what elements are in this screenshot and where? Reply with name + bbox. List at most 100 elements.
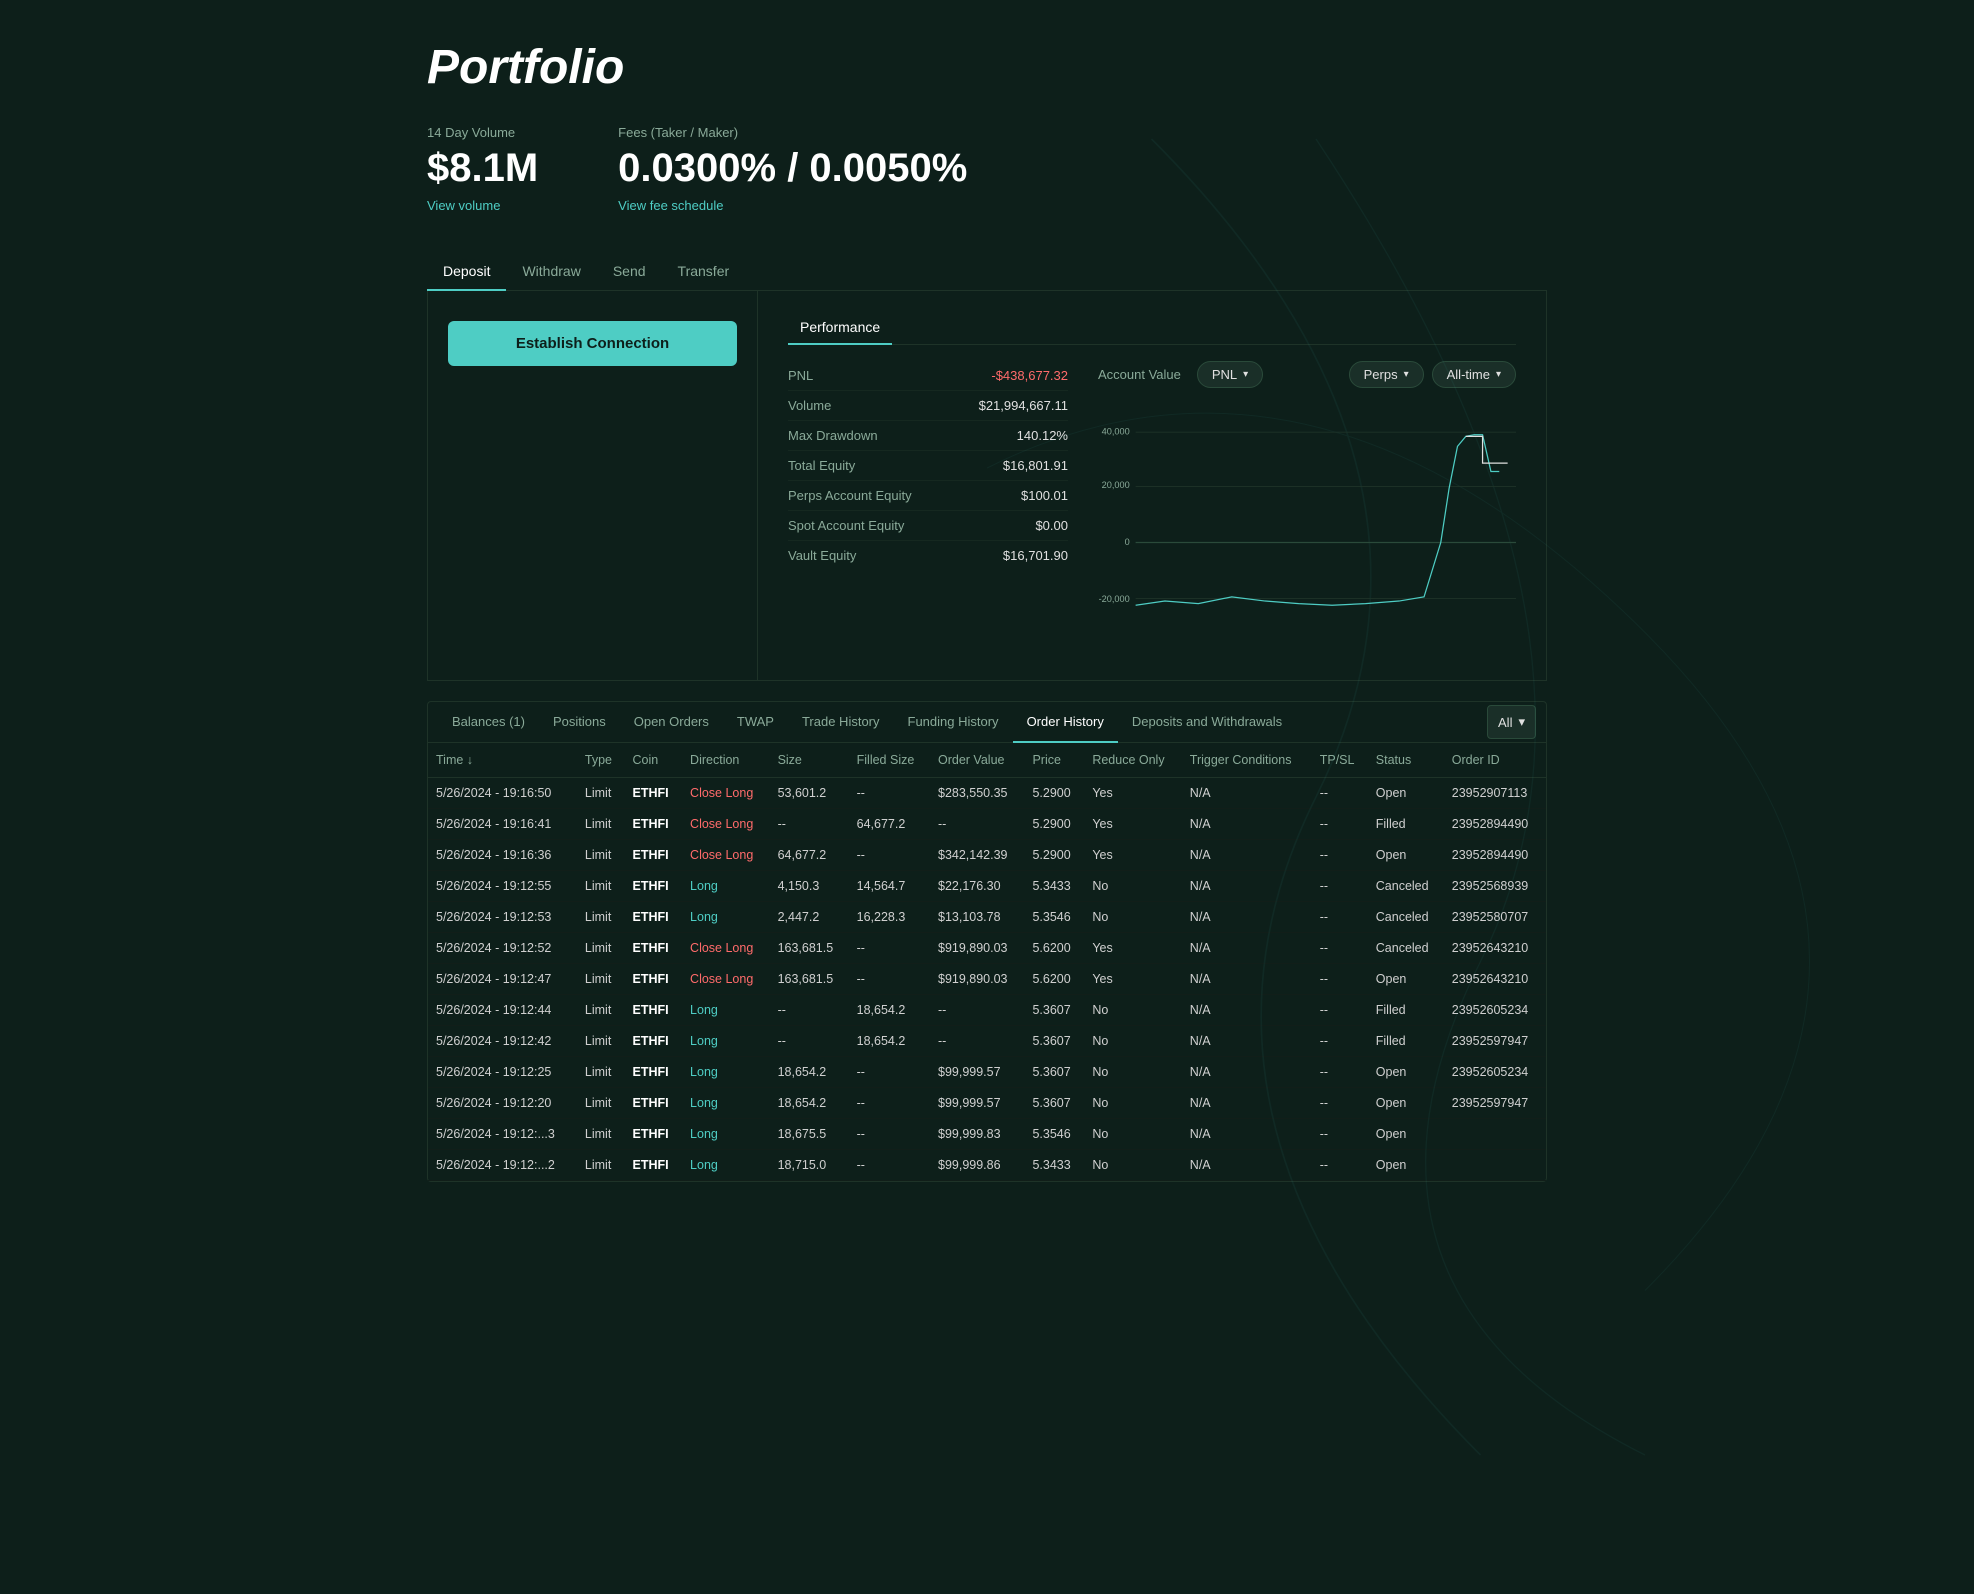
cell-filled-size: 16,228.3 [849,902,930,933]
fees-stat: Fees (Taker / Maker) 0.0300% / 0.0050% V… [618,125,967,213]
tab-send[interactable]: Send [597,253,662,291]
cell-type: Limit [577,1088,625,1119]
perf-value-drawdown: 140.12% [1017,428,1068,443]
cell-reduce-only: Yes [1084,964,1181,995]
left-panel: Establish Connection [428,291,758,680]
cell-order-id: 23952894490 [1444,809,1546,840]
cell-coin: ETHFI [625,964,683,995]
alltime-filter-button[interactable]: All-time ▾ [1432,361,1516,388]
cell-time: 5/26/2024 - 19:12:20 [428,1088,577,1119]
perps-filter-button[interactable]: Perps ▾ [1349,361,1424,388]
perf-row-pnl: PNL -$438,677.32 [788,361,1068,391]
cell-coin: ETHFI [625,1119,683,1150]
th-order-value: Order Value [930,743,1024,778]
tab-withdraw[interactable]: Withdraw [506,253,596,291]
cell-price: 5.3607 [1024,1026,1084,1057]
establish-connection-button[interactable]: Establish Connection [448,321,737,366]
perf-value-equity: $16,801.91 [1003,458,1068,473]
cell-direction: Long [682,1057,770,1088]
cell-price: 5.3607 [1024,1088,1084,1119]
cell-reduce-only: No [1084,1150,1181,1181]
cell-coin: ETHFI [625,840,683,871]
all-filter-button[interactable]: All ▾ [1487,705,1536,739]
cell-price: 5.2900 [1024,840,1084,871]
cell-price: 5.6200 [1024,933,1084,964]
tab-transfer[interactable]: Transfer [662,253,746,291]
performance-content: PNL -$438,677.32 Volume $21,994,667.11 M… [788,361,1516,660]
perf-label-spot-equity: Spot Account Equity [788,518,904,533]
cell-trigger: N/A [1182,964,1312,995]
cell-filled-size: 14,564.7 [849,871,930,902]
cell-type: Limit [577,1119,625,1150]
performance-chart: 40,000 20,000 0 -20,000 [1098,400,1516,660]
cell-order-value: $919,890.03 [930,933,1024,964]
tab-twap[interactable]: TWAP [723,702,788,743]
table-row: 5/26/2024 - 19:12:...2 Limit ETHFI Long … [428,1150,1546,1181]
cell-status: Open [1368,840,1444,871]
cell-filled-size: -- [849,1057,930,1088]
perf-label-vault-equity: Vault Equity [788,548,856,563]
cell-tpsl: -- [1312,778,1368,809]
tab-trade-history[interactable]: Trade History [788,702,894,743]
cell-price: 5.6200 [1024,964,1084,995]
view-volume-link[interactable]: View volume [427,198,500,213]
alltime-chevron-icon: ▾ [1496,369,1501,380]
cell-trigger: N/A [1182,1088,1312,1119]
right-panel: Performance PNL -$438,677.32 Volume $21,… [758,291,1546,680]
tab-funding-history[interactable]: Funding History [894,702,1013,743]
volume-value: $8.1M [427,146,538,191]
tab-deposits-withdrawals[interactable]: Deposits and Withdrawals [1118,702,1296,743]
th-tpsl: TP/SL [1312,743,1368,778]
cell-tpsl: -- [1312,871,1368,902]
cell-size: 2,447.2 [770,902,849,933]
cell-coin: ETHFI [625,809,683,840]
cell-price: 5.3607 [1024,1057,1084,1088]
th-size: Size [770,743,849,778]
cell-coin: ETHFI [625,1026,683,1057]
cell-time: 5/26/2024 - 19:12:...3 [428,1119,577,1150]
perf-row-drawdown: Max Drawdown 140.12% [788,421,1068,451]
table-row: 5/26/2024 - 19:12:53 Limit ETHFI Long 2,… [428,902,1546,933]
performance-stats: PNL -$438,677.32 Volume $21,994,667.11 M… [788,361,1068,660]
cell-size: 53,601.2 [770,778,849,809]
cell-trigger: N/A [1182,1119,1312,1150]
cell-direction: Close Long [682,809,770,840]
th-time[interactable]: Time ↓ [428,743,577,778]
tab-balances[interactable]: Balances (1) [438,702,539,743]
cell-size: 4,150.3 [770,871,849,902]
cell-filled-size: -- [849,933,930,964]
tab-performance[interactable]: Performance [788,311,892,345]
cell-size: 163,681.5 [770,933,849,964]
cell-tpsl: -- [1312,964,1368,995]
cell-reduce-only: No [1084,871,1181,902]
cell-trigger: N/A [1182,933,1312,964]
th-status: Status [1368,743,1444,778]
cell-trigger: N/A [1182,1057,1312,1088]
perf-label-drawdown: Max Drawdown [788,428,878,443]
top-tab-bar: Deposit Withdraw Send Transfer [427,253,1547,291]
cell-order-id: 23952597947 [1444,1088,1546,1119]
cell-trigger: N/A [1182,902,1312,933]
cell-reduce-only: Yes [1084,933,1181,964]
cell-direction: Close Long [682,778,770,809]
svg-text:-20,000: -20,000 [1099,594,1130,604]
tab-order-history[interactable]: Order History [1013,702,1118,743]
cell-price: 5.2900 [1024,809,1084,840]
cell-time: 5/26/2024 - 19:12:25 [428,1057,577,1088]
cell-coin: ETHFI [625,995,683,1026]
view-fee-schedule-link[interactable]: View fee schedule [618,198,723,213]
cell-order-id [1444,1119,1546,1150]
cell-status: Open [1368,1088,1444,1119]
svg-text:20,000: 20,000 [1102,480,1130,490]
content-area: Establish Connection Performance PNL -$4… [427,291,1547,681]
tab-deposit[interactable]: Deposit [427,253,506,291]
cell-filled-size: -- [849,964,930,995]
tab-positions[interactable]: Positions [539,702,620,743]
pnl-toggle-button[interactable]: PNL ▾ [1197,361,1263,388]
cell-order-id: 23952907113 [1444,778,1546,809]
cell-filled-size: -- [849,1150,930,1181]
cell-reduce-only: No [1084,1057,1181,1088]
cell-tpsl: -- [1312,809,1368,840]
tab-open-orders[interactable]: Open Orders [620,702,723,743]
perf-row-volume: Volume $21,994,667.11 [788,391,1068,421]
